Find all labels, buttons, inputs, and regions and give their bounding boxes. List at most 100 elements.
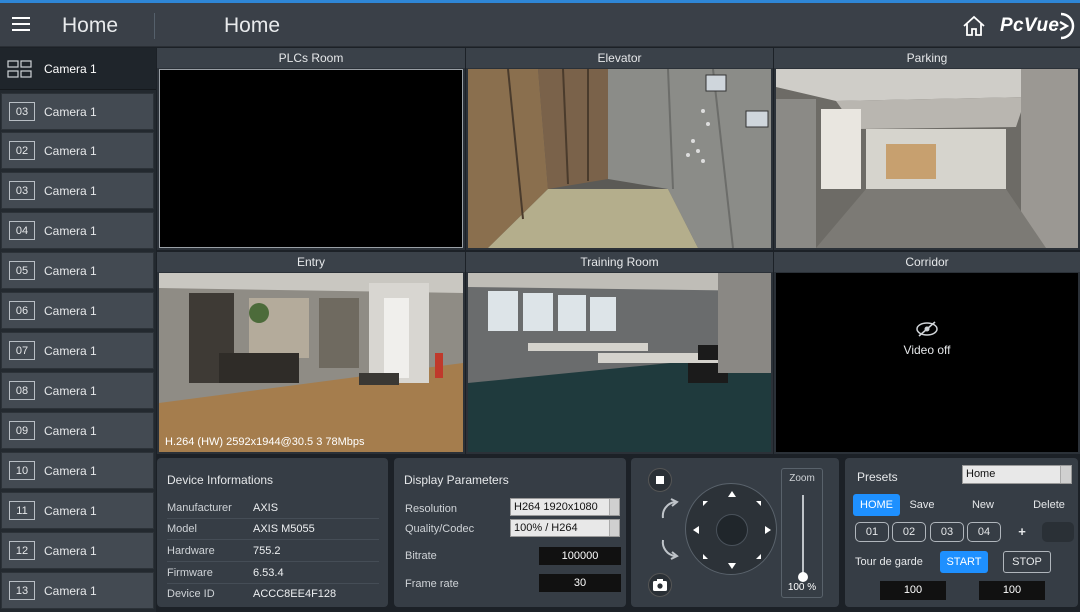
device-info-row: Device ID ACCC8EE4F128 <box>167 588 337 600</box>
camera-number-badge: 02 <box>9 141 35 160</box>
rotate-up-icon[interactable] <box>657 496 681 520</box>
hamburger-menu-icon[interactable] <box>12 17 30 31</box>
sidebar-item-camera[interactable]: 06 Camera 1 <box>1 292 154 329</box>
camera-tile-entry[interactable]: Entry H.264 (HW) 2592x1944@30.5 3 78Mbps <box>157 252 465 454</box>
sidebar-item-camera[interactable]: 12 Camera 1 <box>1 532 154 569</box>
sidebar-item-camera[interactable]: 02 Camera 1 <box>1 132 154 169</box>
camera-feed-off: Video off <box>776 273 1078 452</box>
arrow-up-right-icon[interactable] <box>756 501 761 506</box>
sidebar-item-label: Camera 1 <box>44 223 97 238</box>
sidebar-item-camera[interactable]: 04 Camera 1 <box>1 212 154 249</box>
sidebar-item-label: Camera 1 <box>44 143 97 158</box>
camera-feed-elevator <box>468 69 771 248</box>
presets-title: Presets <box>857 470 898 484</box>
camera-tile-parking[interactable]: Parking <box>774 48 1080 250</box>
sidebar-item-camera[interactable]: 08 Camera 1 <box>1 372 154 409</box>
camera-number-badge: 11 <box>9 501 35 520</box>
guard-tour-value-field[interactable]: 100 <box>880 581 946 600</box>
camera-tile-training-room[interactable]: Training Room <box>466 252 773 454</box>
stream-info-overlay: H.264 (HW) 2592x1944@30.5 3 78Mbps <box>165 436 365 448</box>
sidebar-item-label: Camera 1 <box>44 61 97 76</box>
save-preset-button[interactable]: Save <box>903 494 941 516</box>
preset-slot-button[interactable]: 01 <box>855 522 889 542</box>
ptz-direction-pad[interactable] <box>685 483 777 575</box>
preset-select[interactable]: Home <box>962 465 1072 484</box>
camera-tile-corridor[interactable]: Corridor Video off <box>774 252 1080 454</box>
camera-tile-elevator[interactable]: Elevator <box>466 48 773 250</box>
preset-slot-button[interactable]: 04 <box>967 522 1001 542</box>
sidebar-item-camera[interactable]: 11 Camera 1 <box>1 492 154 529</box>
pcvue-logo: PcVue <box>1000 11 1075 41</box>
device-info-row: Hardware 755.2 <box>167 541 379 562</box>
page-title: Home <box>224 14 281 37</box>
camera-number-badge: 07 <box>9 341 35 360</box>
camera-number-badge: 05 <box>9 261 35 280</box>
camera-feed-entry: H.264 (HW) 2592x1944@30.5 3 78Mbps <box>159 273 463 452</box>
zoom-slider-track[interactable] <box>802 495 804 575</box>
camera-tile-title: Training Room <box>466 252 773 272</box>
camera-number-badge: 03 <box>9 102 35 121</box>
quality-codec-select[interactable]: 100% / H264 <box>510 519 620 537</box>
stop-record-button[interactable] <box>648 468 672 492</box>
sidebar-item-grid-view[interactable]: Camera 1 <box>0 48 156 90</box>
sidebar-item-camera[interactable]: 13 Camera 1 <box>1 572 154 609</box>
new-preset-button[interactable]: New <box>963 494 1003 516</box>
camera-tile-title: PLCs Room <box>157 48 465 68</box>
home-icon[interactable] <box>962 15 986 37</box>
device-info-title: Device Informations <box>167 473 274 487</box>
sidebar-item-camera[interactable]: 03 Camera 1 <box>1 172 154 209</box>
arrow-down-right-icon[interactable] <box>756 554 761 559</box>
snapshot-button[interactable] <box>648 573 672 597</box>
arrow-down-left-icon[interactable] <box>703 554 708 559</box>
device-info-row: Firmware 6.53.4 <box>167 563 379 584</box>
camera-tile-plcs-room[interactable]: PLCs Room <box>157 48 465 250</box>
video-off-label: Video off <box>903 343 951 357</box>
app-header: Home Home PcVue <box>0 3 1080 47</box>
chevron-down-icon <box>609 499 619 515</box>
device-info-row: Manufacturer AXIS <box>167 498 379 519</box>
sidebar-item-camera[interactable]: 03 Camera 1 <box>1 93 154 130</box>
arrow-right-icon[interactable] <box>765 526 771 534</box>
camera-icon <box>653 579 667 591</box>
guard-tour-stop-button[interactable]: STOP <box>1003 551 1051 573</box>
sidebar-item-label: Camera 1 <box>44 303 97 318</box>
zoom-slider-handle[interactable] <box>798 572 808 582</box>
sidebar-item-camera[interactable]: 07 Camera 1 <box>1 332 154 369</box>
arrow-up-left-icon[interactable] <box>703 501 708 506</box>
header-divider <box>154 13 155 39</box>
sidebar-item-camera[interactable]: 10 Camera 1 <box>1 452 154 489</box>
preset-slot-button[interactable]: 02 <box>892 522 926 542</box>
resolution-select[interactable]: H264 1920x1080 <box>510 498 620 516</box>
preset-slot-button[interactable]: 03 <box>930 522 964 542</box>
frame-rate-field[interactable]: 30 <box>539 574 621 592</box>
camera-tile-title: Parking <box>774 48 1080 68</box>
arrow-left-icon[interactable] <box>693 526 699 534</box>
delete-preset-button[interactable]: Delete <box>1029 494 1069 516</box>
sidebar-item-label: Camera 1 <box>44 183 97 198</box>
home-preset-button[interactable]: HOME <box>853 494 900 516</box>
sidebar-item-camera[interactable]: 09 Camera 1 <box>1 412 154 449</box>
arrow-down-icon[interactable] <box>728 563 736 569</box>
add-preset-button[interactable]: + <box>1005 521 1039 543</box>
arrow-up-icon[interactable] <box>728 491 736 497</box>
sidebar-item-camera[interactable]: 05 Camera 1 <box>1 252 154 289</box>
camera-number-badge: 13 <box>9 581 35 600</box>
guard-tour-value-field[interactable]: 100 <box>979 581 1045 600</box>
zoom-label: Zoom <box>789 473 815 484</box>
sidebar-item-label: Camera 1 <box>44 383 97 398</box>
bitrate-field[interactable]: 100000 <box>539 547 621 565</box>
sidebar-item-label: Camera 1 <box>44 543 97 558</box>
camera-number-badge: 08 <box>9 381 35 400</box>
ptz-center-button[interactable] <box>716 514 748 546</box>
camera-feed-black <box>159 69 463 248</box>
guard-tour-start-button[interactable]: START <box>940 551 988 573</box>
rotate-down-icon[interactable] <box>657 538 681 562</box>
frame-rate-label: Frame rate <box>405 578 459 590</box>
quality-codec-label: Quality/Codec <box>405 523 475 535</box>
device-info-row: Model AXIS M5055 <box>167 519 379 540</box>
ptz-control-panel: Zoom 100 % <box>631 458 839 607</box>
preset-slot-empty[interactable] <box>1042 522 1074 542</box>
guard-tour-label: Tour de garde <box>855 556 923 568</box>
sidebar-item-label: Camera 1 <box>44 503 97 518</box>
camera-number-badge: 09 <box>9 421 35 440</box>
